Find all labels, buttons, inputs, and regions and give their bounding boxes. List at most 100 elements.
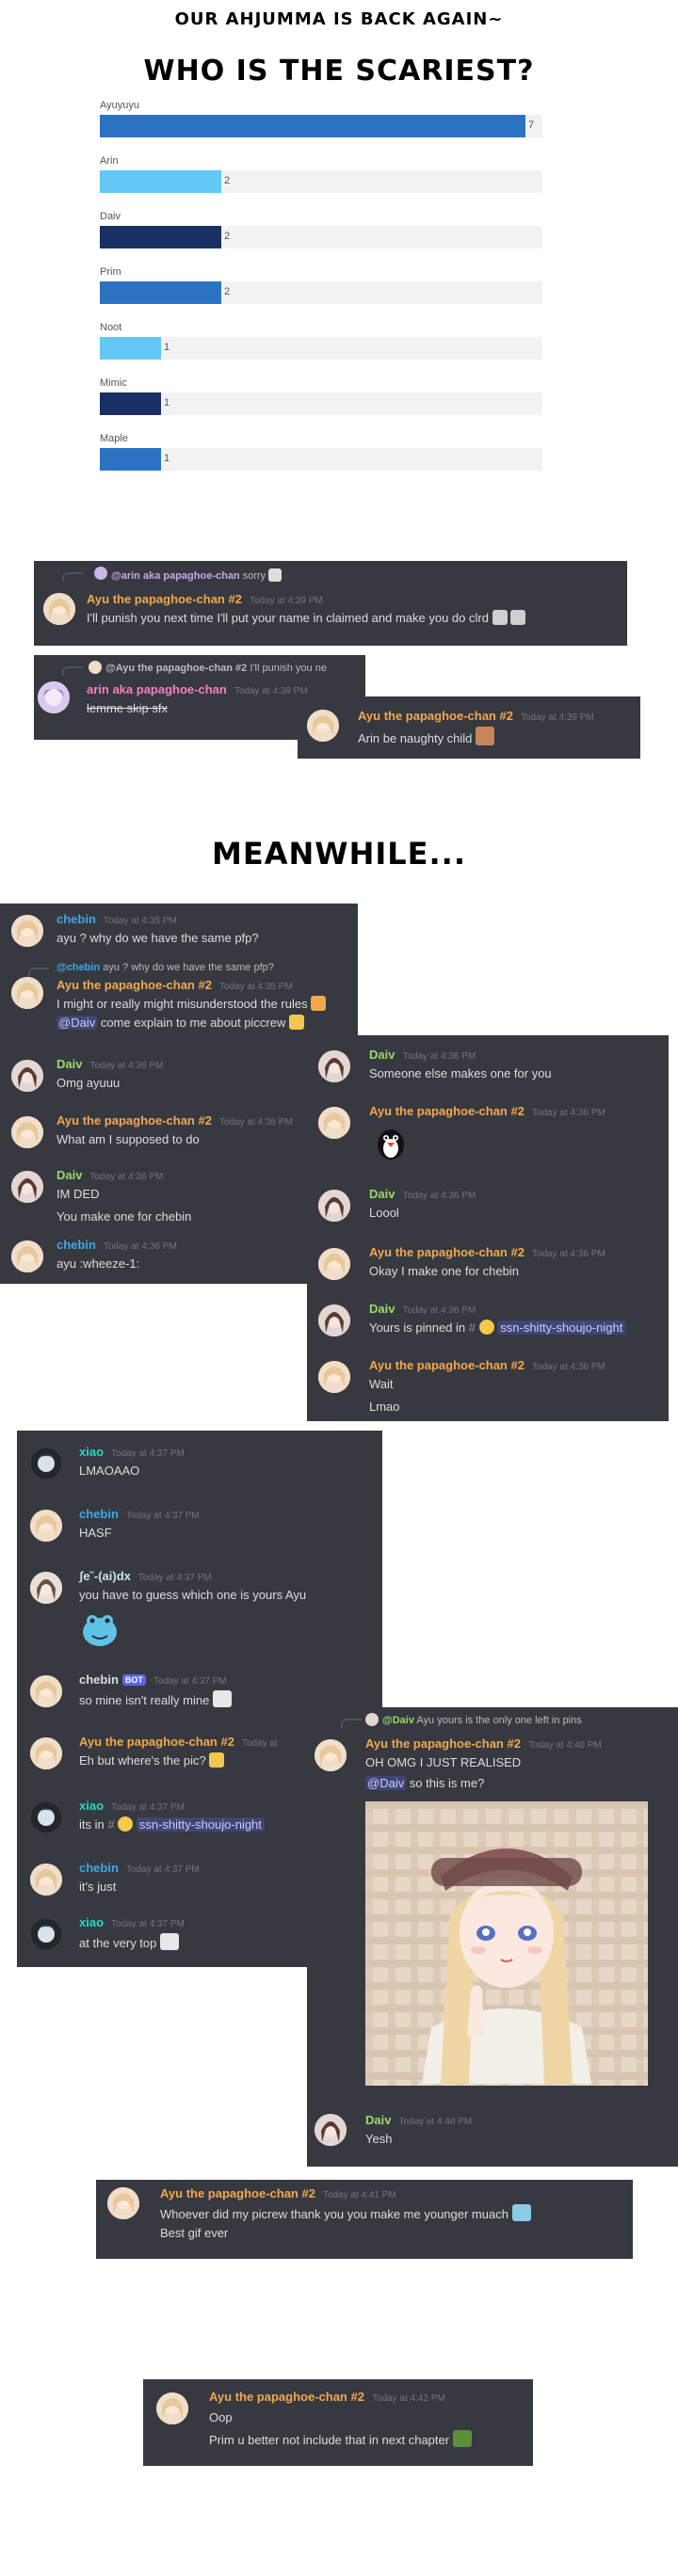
avatar-ayu[interactable]	[318, 1248, 350, 1280]
avatar-daiv[interactable]	[318, 1190, 350, 1222]
avatar-ayu[interactable]	[307, 710, 339, 742]
avatar-daiv[interactable]	[11, 1060, 43, 1092]
author-name[interactable]: Ayu the papaghoe-chan #2	[160, 2186, 315, 2200]
author-name[interactable]: chebin	[56, 912, 96, 926]
mention-daiv[interactable]: @Daiv	[365, 1776, 407, 1790]
poll-option-label: Prim	[100, 266, 121, 278]
avatar-seaidx[interactable]	[30, 1572, 62, 1604]
author-name[interactable]: chebin	[79, 1507, 119, 1521]
reply-author[interactable]: @Ayu the papaghoe-chan #2	[105, 663, 247, 674]
timestamp: Today at 4:36 PM	[89, 1172, 164, 1182]
avatar-daiv[interactable]	[11, 1171, 43, 1203]
author-name[interactable]: chebin	[79, 1672, 119, 1687]
caption-top: OUR AHJUMMA IS BACK AGAIN~	[174, 9, 504, 29]
avatar-chebin[interactable]	[11, 915, 43, 947]
poll-vote-count: 2	[224, 175, 231, 186]
avatar-chebin[interactable]	[11, 1240, 43, 1272]
author-name[interactable]: chebin	[56, 1238, 96, 1252]
author-name[interactable]: Ayu the papaghoe-chan #2	[56, 978, 212, 992]
author-name[interactable]: chebin	[79, 1861, 119, 1875]
reply-text: ayu ? why do we have the same pfp?	[103, 962, 274, 973]
poll-vote-count: 1	[164, 453, 170, 464]
reply-author[interactable]: @arin aka papaghoe-chan	[111, 570, 240, 582]
reply-author[interactable]: @Daiv	[382, 1715, 414, 1726]
avatar-xiao[interactable]	[30, 1801, 62, 1833]
timestamp: Today at 4:35 PM	[103, 916, 177, 926]
author-name[interactable]: Ayu the papaghoe-chan #2	[87, 592, 242, 606]
avatar-ayu[interactable]	[315, 1739, 347, 1771]
timestamp: Today at 4:40 PM	[527, 1740, 602, 1751]
author-name[interactable]: Ayu the papaghoe-chan #2	[369, 1245, 525, 1259]
avatar-ayu[interactable]	[318, 1361, 350, 1393]
poll-row: Mimic 1	[100, 377, 542, 415]
chat-panel-1: @arin aka papaghoe-chan sorry Ayu the pa…	[34, 561, 627, 646]
author-name[interactable]: Daiv	[369, 1302, 395, 1316]
author-name[interactable]: Daiv	[56, 1057, 82, 1071]
author-name[interactable]: Daiv	[56, 1168, 82, 1182]
author-name[interactable]: arin aka papaghoe-chan	[87, 682, 227, 696]
poll-option-label: Daiv	[100, 211, 121, 222]
avatar-arin[interactable]	[38, 681, 70, 713]
author-name[interactable]: Ayu the papaghoe-chan #2	[365, 1736, 521, 1751]
timestamp: Today at 4:36 PM	[402, 1191, 476, 1201]
message-text: What am I supposed to do	[56, 1132, 200, 1146]
mention-daiv[interactable]: @Daiv	[56, 1016, 98, 1030]
bot-badge: BOT	[121, 1674, 146, 1686]
chat-panel-5: Daiv Today at 4:36 PM Someone else makes …	[307, 1035, 669, 1421]
author-name[interactable]: xiao	[79, 1915, 104, 1929]
avatar-xiao[interactable]	[30, 1918, 62, 1950]
poll-chart: Ayuyuyu 7 Arin 2 Daiv 2 Prim 2 Noot 1 Mimic 1 Maple 1	[94, 92, 546, 488]
timestamp: Today at 4:39 PM	[234, 686, 308, 696]
poll-option-label: Mimic	[100, 377, 127, 389]
avatar-chebin[interactable]	[30, 1675, 62, 1707]
avatar-ayu[interactable]	[11, 1116, 43, 1148]
author-name[interactable]: Daiv	[369, 1048, 395, 1062]
channel-hash-icon: #	[468, 1320, 476, 1335]
author-name[interactable]: xiao	[79, 1799, 104, 1813]
penguin-emoji-icon	[369, 1122, 412, 1161]
timestamp: Today at 4:37 PM	[111, 1802, 185, 1813]
avatar-daiv[interactable]	[318, 1050, 350, 1082]
author-name[interactable]: Daiv	[365, 2113, 391, 2127]
avatar-daiv[interactable]	[318, 1304, 350, 1336]
avatar-ayu[interactable]	[30, 1737, 62, 1769]
picrew-portrait-image[interactable]	[365, 1801, 648, 2086]
avatar-chebin[interactable]	[30, 1864, 62, 1896]
author-name[interactable]: Ayu the papaghoe-chan #2	[209, 2390, 364, 2404]
timestamp: Today at 4:42 PM	[371, 2393, 445, 2404]
avatar-ayu[interactable]	[156, 2392, 188, 2424]
author-name[interactable]: Ayu the papaghoe-chan #2	[369, 1104, 525, 1118]
author-name[interactable]: Ayu the papaghoe-chan #2	[369, 1358, 525, 1372]
author-name[interactable]: Daiv	[369, 1187, 395, 1201]
avatar-chebin[interactable]	[30, 1510, 62, 1542]
avatar-daiv[interactable]	[315, 2114, 347, 2146]
timestamp: Today at 4:37 PM	[111, 1448, 185, 1459]
message-text: ayu :wheeze-1:	[56, 1256, 140, 1271]
avatar-ayu[interactable]	[107, 2187, 139, 2219]
reply-author[interactable]: @chebin	[56, 962, 100, 973]
avatar-xiao[interactable]	[30, 1448, 62, 1480]
author-name[interactable]: ʃe˘-(ai)dx	[79, 1569, 131, 1583]
channel-link[interactable]: ssn-shitty-shoujo-night	[136, 1817, 265, 1832]
poll-track: 2	[100, 281, 542, 304]
timestamp: Today at	[241, 1738, 278, 1749]
author-name[interactable]: Ayu the papaghoe-chan #2	[358, 709, 513, 723]
chat-panel-8: Ayu the papaghoe-chan #2 Today at 4:41 PM…	[96, 2180, 633, 2259]
timestamp: Today at 4:36 PM	[218, 1117, 293, 1128]
author-name[interactable]: Ayu the papaghoe-chan #2	[79, 1735, 234, 1749]
channel-link[interactable]: ssn-shitty-shoujo-night	[497, 1320, 626, 1335]
timestamp: Today at 4:36 PM	[89, 1061, 164, 1071]
emoji-icon	[492, 610, 508, 625]
message-text: You make one for chebin	[56, 1209, 192, 1224]
message-text: Wait	[369, 1377, 394, 1391]
avatar-ayu[interactable]	[318, 1107, 350, 1139]
avatar-ayu[interactable]	[11, 977, 43, 1009]
author-name[interactable]: Ayu the papaghoe-chan #2	[56, 1113, 212, 1128]
message-text: Whoever did my picrew thank you you make…	[160, 2207, 508, 2221]
poll-bar	[100, 281, 221, 304]
poll-track: 1	[100, 448, 542, 471]
avatar-ayu[interactable]	[43, 593, 75, 625]
frog-sticker-icon	[79, 1609, 121, 1649]
chat-panel-9: Ayu the papaghoe-chan #2 Today at 4:42 PM…	[143, 2379, 533, 2466]
author-name[interactable]: xiao	[79, 1445, 104, 1459]
